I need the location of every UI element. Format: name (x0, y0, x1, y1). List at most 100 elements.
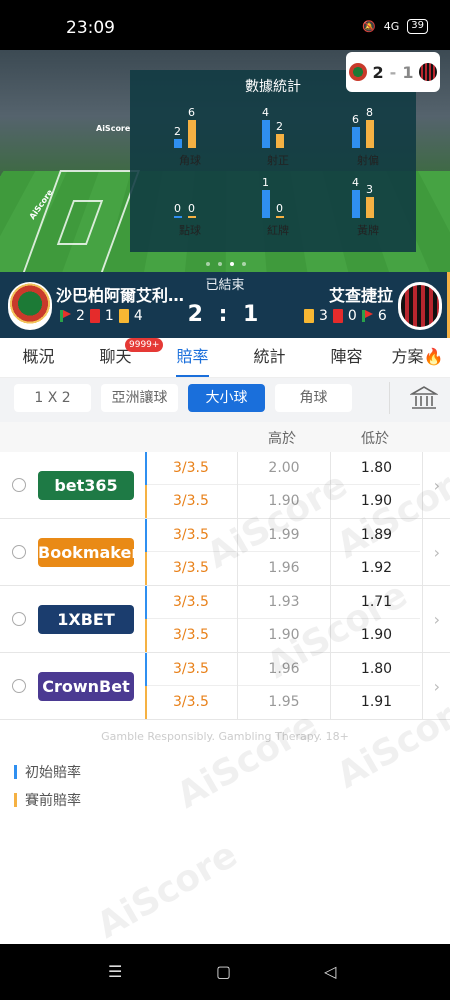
chevron-right-icon[interactable]: › (434, 610, 440, 629)
ad-board-text: AiScore (96, 124, 131, 133)
pre-match-odds-row: 3/3.5 1.96 1.92 (145, 552, 423, 585)
away-team-crest[interactable] (398, 282, 442, 330)
watermark: AiScore (90, 834, 245, 947)
away-team-name[interactable]: 艾查捷拉 (329, 282, 393, 306)
home-red: 1 (104, 308, 114, 324)
tab-odds[interactable]: 賠率 (154, 338, 231, 377)
score-badge[interactable]: 2 - 1 (346, 52, 440, 92)
menu-icon[interactable]: ☰ (108, 962, 122, 981)
odds-under: 1.80 (330, 452, 423, 485)
chevron-right-icon[interactable]: › (434, 543, 440, 562)
odds-line: 3/3.5 (173, 460, 209, 476)
yellow-card-icon (304, 309, 314, 323)
odds-line: 3/3.5 (173, 560, 209, 576)
pre-mark (145, 485, 147, 518)
bookmaker-logo: bet365 (38, 471, 134, 500)
pre-mark (145, 552, 147, 585)
stat-bars: 26 (160, 106, 220, 148)
home-icon[interactable]: ▢ (216, 962, 231, 981)
tab-lineup[interactable]: 陣容 (308, 338, 385, 377)
stat-home-value: 4 (262, 106, 269, 119)
stat-home-value: 0 (174, 202, 181, 215)
bookmaker-row[interactable]: CrownBet 3/3.5 1.96 1.80 3/3.5 1.95 1.91 › (0, 653, 450, 720)
corner-flag-icon (361, 310, 373, 322)
odds-over: 1.93 (237, 586, 330, 619)
stat-home-bar (262, 190, 270, 218)
bookmaker-logo: 1XBET (38, 605, 134, 634)
score-badge-away: 1 (402, 62, 414, 82)
stat-away-value: 3 (366, 183, 373, 196)
select-radio[interactable] (12, 679, 26, 693)
stat-away-value: 0 (276, 202, 283, 215)
initial-odds-row: 3/3.5 2.00 1.80 (145, 452, 423, 485)
subtab-1x2[interactable]: 1 X 2 (14, 384, 91, 412)
select-radio[interactable] (12, 478, 26, 492)
stat-away-bar (276, 134, 284, 148)
carousel-dot[interactable] (206, 262, 210, 266)
mute-icon: 🔕 (362, 20, 376, 33)
initial-mark (145, 519, 147, 552)
divider (389, 382, 390, 414)
tab-stats[interactable]: 統計 (231, 338, 308, 377)
home-corners: 2 (76, 308, 85, 324)
odds-line: 3/3.5 (173, 594, 209, 610)
red-card-icon (332, 309, 343, 323)
stat-label: 點球 (179, 224, 201, 237)
subtab-over-under[interactable]: 大小球 (188, 384, 265, 412)
stat-label: 射偏 (357, 154, 379, 167)
tab-overview[interactable]: 概況 (0, 338, 77, 377)
subtab-asian-handicap[interactable]: 亞洲讓球 (101, 384, 178, 412)
away-red: 0 (347, 308, 357, 324)
subtab-corners[interactable]: 角球 (275, 384, 352, 412)
battery-icon: 39 (407, 19, 428, 34)
home-match-events: 2 1 4 (60, 308, 143, 324)
select-radio[interactable] (12, 545, 26, 559)
system-nav-bar: ☰ ▢ ◁ (0, 944, 450, 1000)
odds-type-tabs: 1 X 2 亞洲讓球 大小球 角球 (0, 378, 450, 422)
score-badge-sep: - (389, 62, 397, 82)
carousel-dot[interactable] (218, 262, 222, 266)
home-yellow: 4 (133, 308, 143, 324)
away-yellow: 3 (319, 308, 328, 324)
stat-home-value: 2 (174, 125, 181, 138)
tab-chat[interactable]: 聊天 9999+ (77, 338, 164, 377)
corner-flag-icon (60, 310, 71, 322)
carousel-dots[interactable] (206, 262, 246, 266)
odds-line: 3/3.5 (173, 627, 209, 643)
stat-home-bar (174, 216, 182, 218)
pre-match-odds-row: 3/3.5 1.95 1.91 (145, 686, 423, 719)
stat-home-value: 1 (262, 176, 269, 189)
pre-mark (145, 686, 147, 719)
pre-mark (145, 619, 147, 652)
chevron-right-icon[interactable]: › (434, 677, 440, 696)
initial-mark (145, 452, 147, 485)
stat-away-bar (366, 120, 374, 148)
score-badge-home: 2 (372, 62, 384, 82)
odds-under: 1.80 (330, 653, 423, 686)
legend-pre-label: 賽前賠率 (25, 793, 81, 809)
bank-icon[interactable] (410, 384, 438, 412)
stat-home-bar (352, 127, 360, 148)
stat-label: 射正 (267, 154, 289, 167)
match-header: 沙巴柏阿爾艾利… 已結束 2 : 1 艾查捷拉 2 1 4 3 0 6 (0, 272, 450, 338)
odds-line: 3/3.5 (173, 694, 209, 710)
legend-pre: 賽前賠率 (14, 790, 81, 810)
initial-mark (145, 586, 147, 619)
watermark: AiScore (170, 704, 325, 817)
stat-away-value: 2 (276, 120, 283, 133)
carousel-dot[interactable] (242, 262, 246, 266)
stat-bars: 68 (338, 106, 398, 148)
legend-pre-mark (14, 793, 17, 807)
status-icons: 🔕 4G 39 (362, 19, 428, 34)
carousel-dot-active[interactable] (230, 262, 234, 266)
main-tabs: 概況 聊天 9999+ 賠率 統計 陣容 方案🔥 (0, 338, 450, 378)
col-over: 高於 (268, 431, 296, 447)
tab-plans[interactable]: 方案🔥 (385, 338, 450, 377)
odds-table-header: 高於 低於 (0, 422, 450, 452)
back-icon[interactable]: ◁ (324, 962, 336, 981)
select-radio[interactable] (12, 612, 26, 626)
away-crest-icon (419, 63, 438, 81)
red-card-icon (89, 309, 100, 323)
stat-away-bar (276, 216, 284, 218)
legend-initial-mark (14, 765, 17, 779)
